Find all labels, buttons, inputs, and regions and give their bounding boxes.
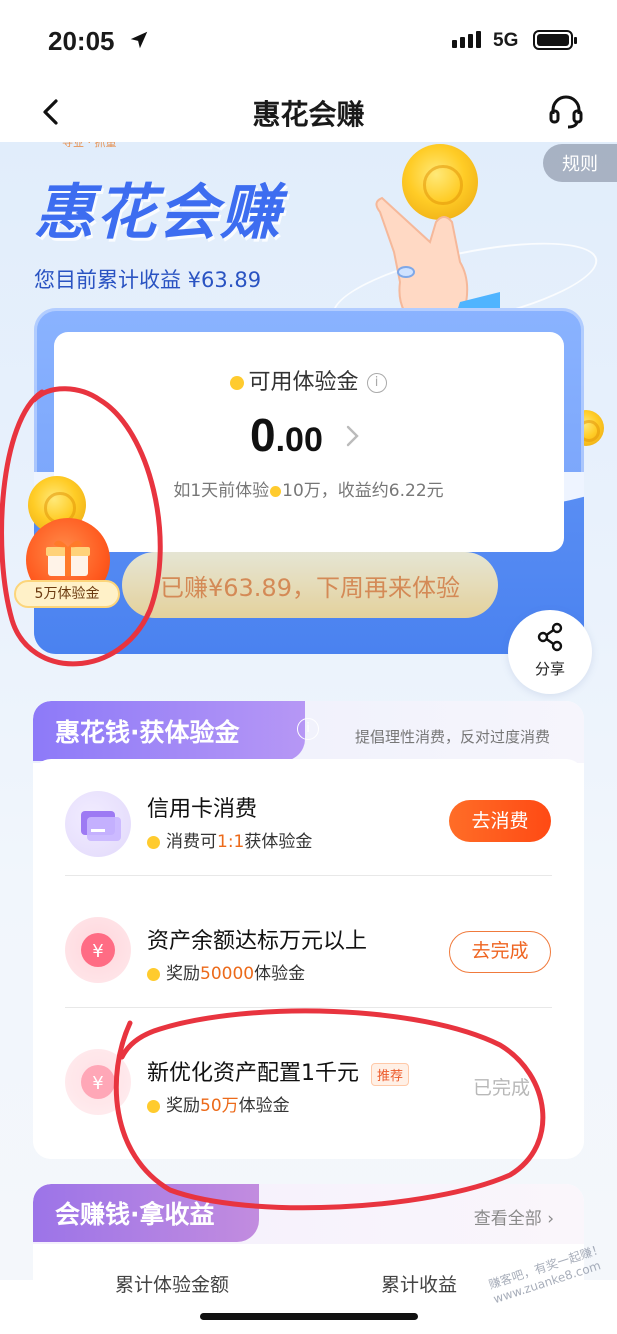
card-glyph (81, 811, 121, 841)
task-asset-balance: ¥ 资产余额达标万元以上 奖励50000体验金 去完成 (33, 891, 584, 1023)
page-title: 惠花会赚 (252, 98, 365, 131)
battery-icon (533, 30, 577, 50)
coin-dot-icon (147, 835, 160, 849)
chevron-right-icon[interactable] (343, 424, 361, 448)
section-title: 惠花钱·获体验金 (55, 718, 240, 747)
divider (65, 1007, 552, 1008)
customer-service-headset-icon[interactable] (546, 92, 586, 132)
gift-icon (46, 540, 90, 576)
status-time: 20:05 (48, 26, 115, 56)
view-all-link[interactable]: 查看全部 › (474, 1204, 554, 1229)
cumulative-fund-column: 累计体验金额 (115, 1274, 230, 1296)
coin-dot-icon (147, 1099, 160, 1113)
section-note: 提倡理性消费，反对过度消费 (354, 728, 550, 746)
task-subtitle: 奖励50000体验金 (147, 959, 305, 984)
info-icon[interactable]: i (297, 718, 319, 740)
coin-dot-icon (270, 485, 282, 497)
share-label: 分享 (534, 660, 565, 678)
divider (65, 875, 552, 876)
share-icon (537, 622, 563, 652)
yuan-glyph: ¥ (81, 1065, 115, 1099)
section-title: 会赚钱·拿收益 (55, 1200, 215, 1229)
status-bar: 20:05 5G (0, 0, 617, 80)
yuan-coin-icon: ¥ (65, 1049, 131, 1115)
available-fund-label: 可用体验金 i (0, 364, 617, 396)
available-fund-value[interactable]: 0.00 (250, 408, 323, 462)
task-list: 信用卡消费 消费可1:1获体验金 去消费 ¥ 资产余额达标万元以上 奖励5000… (33, 759, 584, 1159)
navigation-bar: 惠花会赚 (0, 80, 617, 142)
go-spend-button[interactable]: 去消费 (449, 800, 551, 842)
completed-status: 已完成 (473, 1077, 531, 1099)
credit-card-icon (65, 791, 131, 857)
coin-dot-icon (147, 967, 160, 981)
location-arrow-icon (130, 31, 148, 49)
coin-dot-icon (230, 376, 245, 390)
go-complete-button[interactable]: 去完成 (449, 931, 551, 973)
hero-title: 惠花会赚 (34, 178, 282, 248)
earnings-hint: 如1天前体验 10万，收益约6.22元 (173, 481, 444, 501)
total-earnings-text: 您目前累计收益 ¥63.89 (34, 268, 262, 292)
task-title: 资产余额达标万元以上 (147, 929, 368, 954)
task-subtitle: 奖励50万体验金 (147, 1091, 290, 1116)
earnings-section: 会赚钱·拿收益 查看全部 › 累计体验金额 累计收益 (33, 1184, 584, 1334)
earned-status-button[interactable]: 已赚¥63.89，下周再来体验 (122, 552, 498, 618)
yuan-glyph: ¥ (81, 933, 115, 967)
home-indicator (200, 1313, 418, 1320)
task-asset-allocation: ¥ 新优化资产配置1千元 推荐 奖励50万体验金 已完成 (33, 1023, 584, 1155)
network-type: 5G (493, 30, 519, 51)
task-credit-card: 信用卡消费 消费可1:1获体验金 去消费 (33, 759, 584, 891)
task-title: 信用卡消费 (147, 797, 258, 822)
svg-text:¥: ¥ (92, 1073, 103, 1094)
share-button[interactable]: 分享 (508, 610, 592, 694)
task-subtitle: 消费可1:1获体验金 (147, 827, 312, 852)
task-title: 新优化资产配置1千元 推荐 (147, 1055, 410, 1087)
info-icon[interactable]: i (366, 373, 387, 393)
gift-tag-label: 5万体验金 (14, 580, 120, 608)
cellular-signal-icon (452, 31, 481, 48)
recommended-badge: 推荐 (371, 1062, 410, 1086)
yuan-coin-icon: ¥ (65, 917, 131, 983)
hero-decoration-text: 寻业 · 抓量 (62, 142, 117, 149)
svg-text:¥: ¥ (92, 941, 103, 962)
cumulative-earnings-column: 累计收益 (381, 1274, 458, 1296)
rules-button[interactable]: 规则 (543, 144, 617, 182)
earn-fund-section: 惠花钱·获体验金 i 提倡理性消费，反对过度消费 信用卡消费 消费可1:1获体验… (33, 701, 584, 1159)
